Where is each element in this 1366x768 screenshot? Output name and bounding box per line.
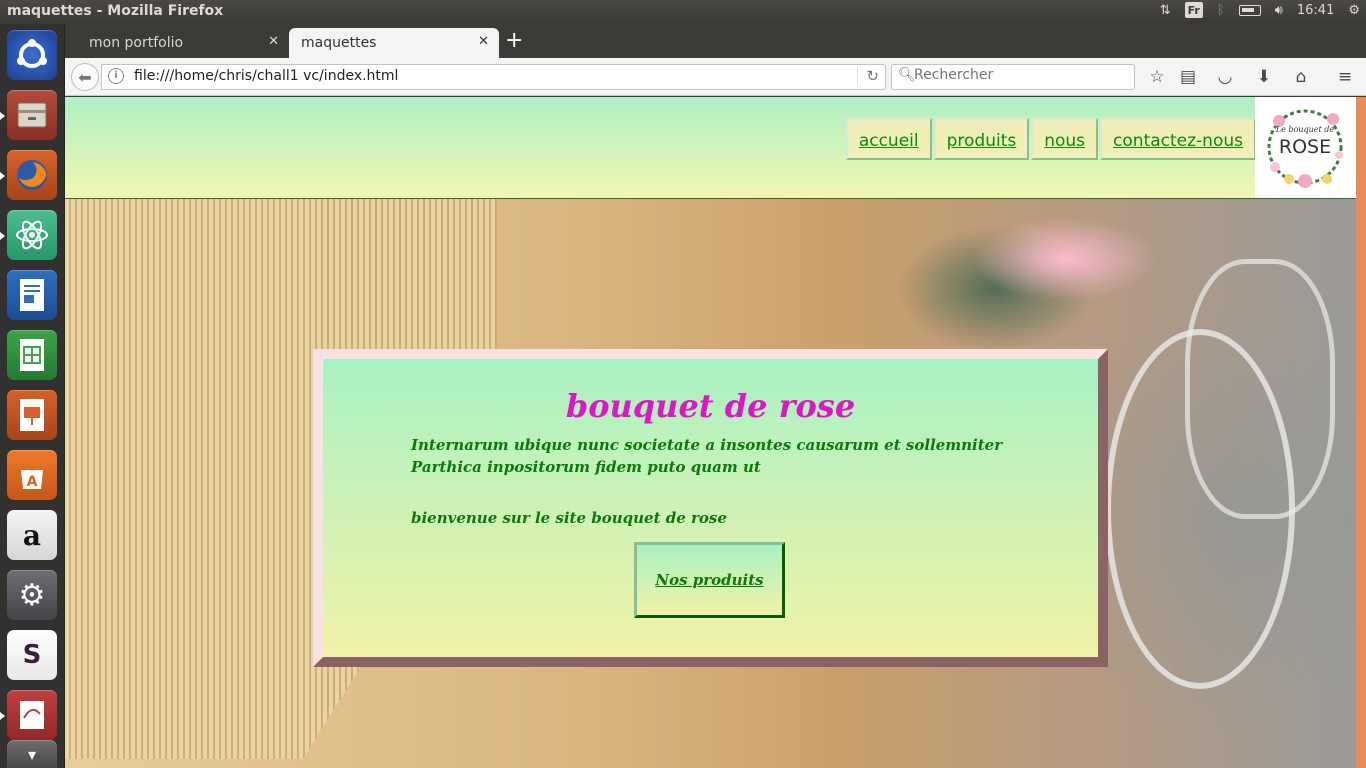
site-logo[interactable]: Le bouquet de ROSE (1255, 97, 1356, 198)
logo-line-1: Le bouquet de (1275, 125, 1335, 134)
files-icon[interactable] (0, 90, 57, 140)
nos-produits-button[interactable]: Nos produits (634, 542, 785, 618)
indicator-area: ⇅ Fr ᛒ 🔊︎ 16:41 ⚙ (1160, 2, 1360, 18)
new-tab-button[interactable]: + (505, 30, 523, 52)
ubuntu-software-icon[interactable]: A (7, 450, 57, 500)
document-viewer-icon[interactable] (0, 690, 57, 740)
battery-icon[interactable] (1238, 4, 1261, 16)
slack-icon[interactable]: S (7, 630, 57, 680)
site-info-icon[interactable]: i (108, 68, 124, 84)
window-title: maquettes - Mozilla Firefox (7, 3, 224, 19)
ubuntu-dash-icon[interactable] (7, 30, 57, 80)
libreoffice-impress-icon[interactable] (7, 390, 57, 440)
menu-icon[interactable]: ≡ (1334, 66, 1356, 88)
page-edge-strip (1356, 97, 1366, 768)
svg-text:A: A (27, 474, 38, 490)
amazon-icon[interactable]: a (7, 510, 57, 560)
libreoffice-calc-icon[interactable] (7, 330, 57, 380)
close-tab-icon[interactable]: ✕ (478, 34, 489, 49)
close-tab-icon[interactable]: ✕ (268, 34, 279, 49)
trash-icon[interactable]: ▾ (7, 740, 57, 768)
pocket-icon[interactable]: ◡ (1214, 66, 1236, 88)
reading-list-icon[interactable]: ▤ (1177, 66, 1199, 88)
site-header: accueil produits nous contactez-nous Le … (65, 97, 1356, 199)
reload-icon[interactable]: ↻ (857, 67, 879, 85)
bookmark-star-icon[interactable]: ☆ (1146, 66, 1168, 88)
network-icon[interactable]: ⇅ (1160, 3, 1171, 18)
intro-text: Internarum ubique nunc societate a inson… (411, 436, 1003, 476)
url-bar[interactable]: i file:///home/chris/chall1 vc/index.htm… (101, 64, 886, 90)
nav-link-produits[interactable]: produits (933, 118, 1030, 160)
hero-bike-wheel-decoration (1105, 329, 1295, 689)
atom-editor-icon[interactable] (0, 210, 57, 260)
nav-link-nous[interactable]: nous (1031, 118, 1099, 160)
navigation-toolbar: ⬅ i file:///home/chris/chall1 vc/index.h… (65, 58, 1366, 96)
tab-maquettes[interactable]: maquettes ✕ (289, 28, 499, 58)
tab-label: mon portfolio (89, 35, 184, 51)
nav-link-contactez-nous[interactable]: contactez-nous (1100, 118, 1256, 160)
tab-strip: mon portfolio ✕ maquettes ✕ + (65, 24, 1366, 58)
site-nav: accueil produits nous contactez-nous (844, 118, 1256, 160)
bluetooth-icon[interactable]: ᛒ (1217, 3, 1225, 18)
libreoffice-writer-icon[interactable] (7, 270, 57, 320)
keyboard-layout-indicator[interactable]: Fr (1184, 2, 1203, 18)
downloads-icon[interactable]: ⬇ (1253, 66, 1275, 88)
web-page: accueil produits nous contactez-nous Le … (65, 97, 1356, 768)
firefox-icon[interactable] (0, 150, 57, 200)
welcome-text: bienvenue sur le site bouquet de rose (411, 509, 727, 527)
search-box[interactable]: 🔍︎ (891, 64, 1135, 90)
nav-link-accueil[interactable]: accueil (845, 118, 932, 160)
home-icon[interactable]: ⌂ (1290, 66, 1312, 88)
system-settings-icon[interactable]: ⚙ (7, 570, 57, 620)
page-title: bouquet de rose (565, 387, 856, 425)
welcome-card: bouquet de rose Internarum ubique nunc s… (313, 349, 1108, 667)
clock[interactable]: 16:41 (1297, 3, 1334, 18)
system-top-panel: maquettes - Mozilla Firefox ⇅ Fr ᛒ 🔊︎ 16… (0, 0, 1366, 24)
gear-icon[interactable]: ⚙ (1348, 3, 1360, 18)
back-button[interactable]: ⬅ (71, 63, 99, 91)
hero-background: bouquet de rose Internarum ubique nunc s… (65, 199, 1356, 768)
tab-mon-portfolio[interactable]: mon portfolio ✕ (77, 28, 289, 58)
volume-icon[interactable]: 🔊︎ (1275, 3, 1283, 18)
logo-line-2: ROSE (1279, 136, 1331, 158)
tab-label: maquettes (301, 35, 377, 51)
unity-launcher: A a ⚙ S ▾ (0, 24, 65, 768)
url-text[interactable]: file:///home/chris/chall1 vc/index.html (134, 68, 398, 84)
search-input[interactable] (914, 67, 1124, 83)
